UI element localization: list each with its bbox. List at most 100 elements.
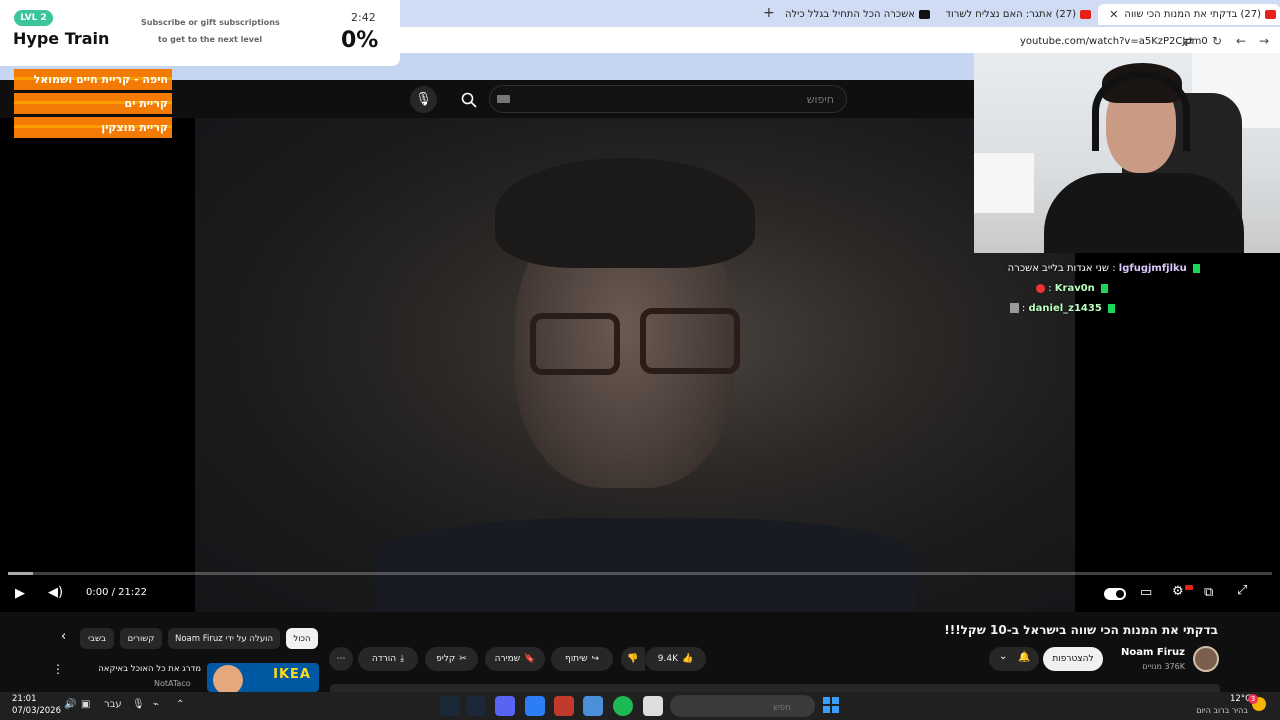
notification-bell-button[interactable]: ⌄ 🔔 — [989, 647, 1039, 671]
steam-helper-icon[interactable] — [440, 696, 460, 716]
language-indicator[interactable]: עבר — [104, 699, 122, 710]
chip-all[interactable]: הכול — [286, 628, 318, 649]
headset-icon — [1092, 71, 1190, 151]
network-icon[interactable]: ▣ — [81, 699, 90, 710]
tab-active-video[interactable]: (27) בדקתי את המנות הכי שווה ✕ — [1098, 4, 1280, 25]
hype-subtitle-line-1: Subscribe or gift subscriptions — [141, 18, 280, 27]
more-vertical-icon[interactable]: ⋮ — [52, 662, 64, 676]
screen: (27) בדקתי את המנות הכי שווה ✕ (27) אתגר… — [0, 0, 1280, 720]
mic-icon: 🎙 — [415, 92, 432, 107]
chip-more[interactable]: בשבי — [80, 628, 114, 649]
poll-option-label: קריית מוצקין — [101, 121, 168, 134]
search-button[interactable] — [455, 86, 482, 113]
taskbar-search-input[interactable] — [670, 697, 815, 719]
hype-train-widget: LVL 2 Hype Train Subscribe or gift subsc… — [0, 0, 400, 66]
file-explorer-icon[interactable] — [643, 696, 663, 716]
tiktok-icon — [919, 10, 930, 19]
chip-uploaded-by[interactable]: הועלה על ידי Noam Firuz — [168, 628, 280, 649]
badge-icon — [1193, 263, 1200, 273]
keyboard-icon[interactable] — [497, 95, 510, 103]
channel-name[interactable]: Noam Firuz — [1121, 647, 1185, 658]
clock-date[interactable]: 07/03/2026 — [12, 705, 61, 717]
more-horizontal-icon: ⋯ — [336, 654, 346, 664]
save-button[interactable]: 🔖 שמירה — [485, 647, 545, 671]
apps-grid-icon[interactable] — [525, 696, 545, 716]
clip-label: קליפ — [436, 654, 456, 664]
more-actions-button[interactable]: ⋯ — [329, 647, 353, 671]
poll-option-label: קריית ים — [124, 97, 168, 110]
chevron-left-icon[interactable]: ‹ — [61, 629, 66, 644]
tab-video-2[interactable]: (27) אתגר: האם נצליח לשרוד רק ✕ — [945, 4, 1095, 25]
miniplayer-icon[interactable]: ⧉ — [1204, 585, 1213, 600]
speaker-icon[interactable]: 🔊 — [64, 699, 76, 710]
hype-level-badge: LVL 2 — [14, 10, 53, 26]
channel-avatar[interactable] — [1193, 646, 1219, 672]
new-tab-icon[interactable]: + — [763, 5, 775, 21]
download-icon: ⤓ — [400, 654, 405, 664]
tab-label: אשכרה הכל התחיל בגלל כילה — [786, 9, 915, 20]
video-frame — [195, 118, 1075, 612]
chip-related[interactable]: קשורים — [120, 628, 162, 649]
clip-button[interactable]: ✂ קליפ — [425, 647, 478, 671]
badge-icon — [1101, 283, 1108, 293]
weather-description[interactable]: בהיר ברוב היום — [1196, 706, 1248, 715]
search-icon — [461, 92, 477, 108]
taskbar-search[interactable] — [670, 695, 815, 719]
dislike-button[interactable]: 👎 — [621, 647, 645, 671]
forward-icon[interactable]: → — [1259, 34, 1269, 48]
hype-timer: 2:42 — [351, 11, 376, 24]
reload-icon[interactable]: ↻ — [1212, 34, 1222, 48]
chevron-up-icon[interactable]: ⌃ — [176, 699, 184, 710]
search-input[interactable] — [490, 86, 846, 112]
share-label: שיתוף — [564, 654, 588, 664]
subtitles-icon[interactable]: ▭ — [1140, 585, 1152, 600]
like-button[interactable]: 👍 9.4K — [645, 647, 706, 671]
progress-bar[interactable] — [8, 572, 1272, 575]
emote-icon — [1009, 303, 1019, 313]
game-icon[interactable] — [554, 696, 574, 716]
time-display: 0:00 / 21:22 — [86, 587, 148, 598]
steam-icon[interactable] — [466, 696, 486, 716]
recommended-video-title[interactable]: מדרג את כל האוכל באיקאה — [98, 664, 201, 674]
mic-icon[interactable]: 🎙 — [132, 699, 145, 710]
poll-option-1: חיפה - קריית חיים ושמואל — [14, 69, 172, 90]
badge-icon — [1108, 303, 1115, 313]
volume-icon[interactable]: ◀) — [48, 585, 63, 600]
chat-text: שני אגדות בלייב אשכרה — [1007, 263, 1110, 274]
wifi-off-icon[interactable]: ⌁ — [153, 699, 159, 710]
subscribe-button[interactable]: להצטרפות — [1043, 647, 1103, 671]
thumbs-up-icon: 👍 — [682, 654, 694, 664]
tab-tiktok[interactable]: אשכרה הכל התחיל בגלל כילה ✕ — [786, 4, 934, 25]
webcam-body — [1044, 173, 1244, 253]
chat-username: Krav0n — [1054, 283, 1095, 294]
discord-icon[interactable] — [495, 696, 515, 716]
poll-option-2: קריית ים — [14, 93, 172, 114]
share-button[interactable]: ↪ שיתוף — [551, 647, 613, 671]
voice-search-button[interactable]: 🎙 — [410, 86, 437, 113]
recommended-video-channel[interactable]: NotATaco — [154, 679, 191, 688]
fullscreen-icon[interactable]: ⤢ — [1237, 583, 1247, 598]
share-icon: ↪ — [591, 654, 600, 664]
play-icon[interactable]: ▶ — [15, 586, 25, 601]
hype-percent: 0% — [341, 28, 379, 53]
search-field[interactable] — [489, 85, 847, 113]
chat-username: daniel_z1435 — [1028, 303, 1102, 314]
download-button[interactable]: ⤓ הורדה — [358, 647, 418, 671]
like-count: 9.4K — [657, 654, 678, 664]
windows-taskbar: 21:01 07/03/2026 🔊 ▣ עבר 🎙 ⌁ ⌃ 12°C בהיר… — [0, 692, 1280, 720]
windows-start-icon[interactable] — [823, 697, 839, 713]
description-box[interactable] — [330, 684, 1220, 692]
spotify-icon[interactable] — [613, 696, 633, 716]
settings-gear-icon[interactable]: ⚙ — [1172, 584, 1184, 599]
clock-time[interactable]: 21:01 — [12, 693, 37, 705]
back-icon[interactable]: ← — [1236, 34, 1246, 48]
chrome-icon[interactable] — [583, 696, 603, 716]
tab-label: (27) בדקתי את המנות הכי שווה — [1124, 9, 1261, 20]
url-text[interactable]: youtube.com/watch?v=a5KzP2CJpm0 — [1020, 36, 1208, 47]
autoplay-toggle[interactable] — [1104, 588, 1126, 600]
close-tab-icon[interactable]: ✕ — [1109, 8, 1118, 21]
recommended-video-thumbnail[interactable]: IKEA — [207, 663, 319, 692]
notification-count-badge: 3 — [1248, 694, 1258, 704]
youtube-icon — [1265, 10, 1276, 19]
watch-metadata: בדקתי את המנות הכי שווה בישראל ב-10 שקל!… — [0, 612, 1280, 692]
